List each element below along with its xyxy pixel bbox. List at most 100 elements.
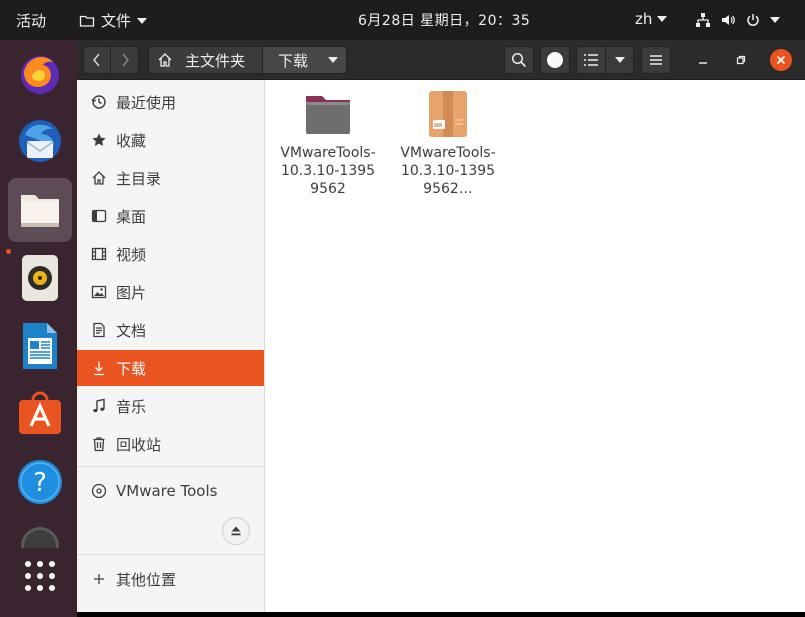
- dock: ?: [0, 40, 77, 617]
- sidebar-item-label: 下载: [116, 359, 147, 378]
- system-menu[interactable]: [695, 12, 780, 28]
- breadcrumb-home[interactable]: 主文件夹: [148, 46, 263, 74]
- minimize-icon: [699, 62, 707, 64]
- header-bar: 主文件夹 下载: [77, 40, 805, 80]
- clock[interactable]: 6月28日 星期日，20：35: [358, 10, 530, 30]
- star-icon: [91, 132, 107, 148]
- sidebar-item-label: 其他位置: [116, 570, 177, 589]
- search-icon: [511, 52, 527, 68]
- operations-button[interactable]: [540, 46, 570, 74]
- file-item-archive[interactable]: VMwareTools-10.3.10-13959562…: [396, 88, 500, 198]
- sidebar-item-music[interactable]: 音乐: [77, 388, 264, 424]
- volume-icon: [722, 15, 735, 25]
- sidebar-item-label: 主目录: [116, 169, 162, 188]
- document-icon: [91, 322, 107, 338]
- running-indicator: [6, 249, 11, 254]
- sidebar-separator: [77, 554, 264, 555]
- sidebar-item-trash[interactable]: 回收站: [77, 426, 264, 462]
- optical-disc-icon: [91, 483, 107, 499]
- sidebar-item-label: 视频: [116, 245, 147, 264]
- sidebar-item-recent[interactable]: 最近使用: [77, 84, 264, 120]
- sidebar-item-desktop[interactable]: 桌面: [77, 198, 264, 234]
- sidebar-item-vmware-tools[interactable]: VMware Tools: [77, 473, 264, 509]
- sidebar-item-label: 图片: [116, 283, 147, 302]
- software-icon[interactable]: [8, 382, 72, 446]
- trash-icon: [91, 436, 107, 452]
- view-list-button[interactable]: [576, 46, 606, 74]
- sidebar-item-label: 文档: [116, 321, 147, 340]
- chevron-down-icon: [137, 17, 148, 24]
- chevron-down-icon: [657, 16, 668, 22]
- chevron-left-icon: [93, 53, 100, 67]
- search-button[interactable]: [504, 46, 534, 74]
- view-options-button[interactable]: [606, 46, 634, 74]
- restore-icon: [736, 55, 746, 65]
- input-method-menu[interactable]: zh: [635, 10, 668, 28]
- sidebar-separator: [77, 466, 264, 467]
- home-icon: [158, 53, 172, 67]
- sidebar-item-label: 音乐: [116, 397, 147, 416]
- video-icon: [91, 246, 107, 262]
- forward-button[interactable]: [111, 46, 139, 74]
- sidebar-item-label: 桌面: [116, 207, 147, 226]
- sidebar-item-downloads[interactable]: 下载: [77, 350, 264, 386]
- progress-icon: [547, 52, 563, 68]
- window-bottom-edge: [77, 612, 805, 617]
- back-button[interactable]: [83, 46, 111, 74]
- app-menu-label: 文件: [101, 12, 132, 30]
- home-icon: [91, 170, 107, 186]
- files-window: 主文件夹 下载 最近使用 收藏 主目录 桌面 视频 图片 文档 下载 音乐 回收…: [77, 40, 805, 612]
- files-icon[interactable]: [8, 178, 72, 242]
- app-grid-icon[interactable]: [8, 544, 72, 608]
- picture-icon: [91, 284, 107, 300]
- sidebar-item-label: 最近使用: [116, 93, 177, 112]
- menu-button[interactable]: [641, 46, 671, 74]
- music-icon: [91, 398, 107, 414]
- thunderbird-icon[interactable]: [8, 110, 72, 174]
- top-bar: 活动 文件 6月28日 星期日，20：35 zh: [0, 0, 805, 40]
- minimize-button[interactable]: [690, 46, 716, 74]
- rhythmbox-icon[interactable]: [8, 246, 72, 310]
- archive-icon: [422, 88, 474, 140]
- app-menu[interactable]: 文件: [79, 10, 148, 31]
- sidebar-item-home[interactable]: 主目录: [77, 160, 264, 196]
- libreoffice-writer-icon[interactable]: [8, 314, 72, 378]
- chevron-down-icon: [770, 17, 780, 23]
- file-view: VMwareTools-10.3.10-13959562 VMwareTools…: [265, 80, 805, 612]
- file-name: VMwareTools-10.3.10-13959562…: [400, 145, 496, 197]
- sidebar-item-pictures[interactable]: 图片: [77, 274, 264, 310]
- sidebar-item-starred[interactable]: 收藏: [77, 122, 264, 158]
- chevron-down-icon: [614, 57, 625, 63]
- file-item-folder[interactable]: VMwareTools-10.3.10-13959562: [276, 88, 380, 198]
- power-icon: [747, 14, 759, 26]
- desktop-icon: [91, 208, 107, 224]
- list-view-icon: [584, 54, 598, 66]
- sidebar-item-documents[interactable]: 文档: [77, 312, 264, 348]
- close-icon: [776, 55, 786, 65]
- folder-icon: [79, 15, 95, 27]
- breadcrumb-current[interactable]: 下载: [263, 46, 347, 74]
- folder-icon: [302, 88, 354, 140]
- svg-text:?: ?: [33, 468, 47, 498]
- maximize-button[interactable]: [728, 46, 754, 74]
- sidebar-item-videos[interactable]: 视频: [77, 236, 264, 272]
- breadcrumb-home-label: 主文件夹: [185, 51, 246, 70]
- chevron-right-icon: [121, 53, 129, 67]
- help-icon[interactable]: ?: [8, 450, 72, 514]
- recent-icon: [91, 94, 107, 110]
- sidebar: 最近使用 收藏 主目录 桌面 视频 图片 文档 下载 音乐 回收站 VMware…: [77, 80, 265, 612]
- eject-icon: [231, 526, 241, 536]
- network-icon: [696, 13, 710, 27]
- activities-button[interactable]: 活动: [16, 10, 46, 31]
- sidebar-item-other-locations[interactable]: 其他位置: [77, 561, 264, 597]
- close-button[interactable]: [770, 49, 792, 71]
- chevron-down-icon: [328, 57, 339, 63]
- eject-button[interactable]: [222, 517, 250, 545]
- file-name: VMwareTools-10.3.10-13959562: [280, 145, 376, 197]
- sidebar-item-label: 收藏: [116, 131, 147, 150]
- breadcrumb-current-label: 下载: [278, 51, 309, 70]
- download-icon: [91, 360, 107, 376]
- sidebar-item-label: VMware Tools: [116, 482, 218, 500]
- input-method-label: zh: [635, 10, 653, 28]
- firefox-icon[interactable]: [8, 42, 72, 106]
